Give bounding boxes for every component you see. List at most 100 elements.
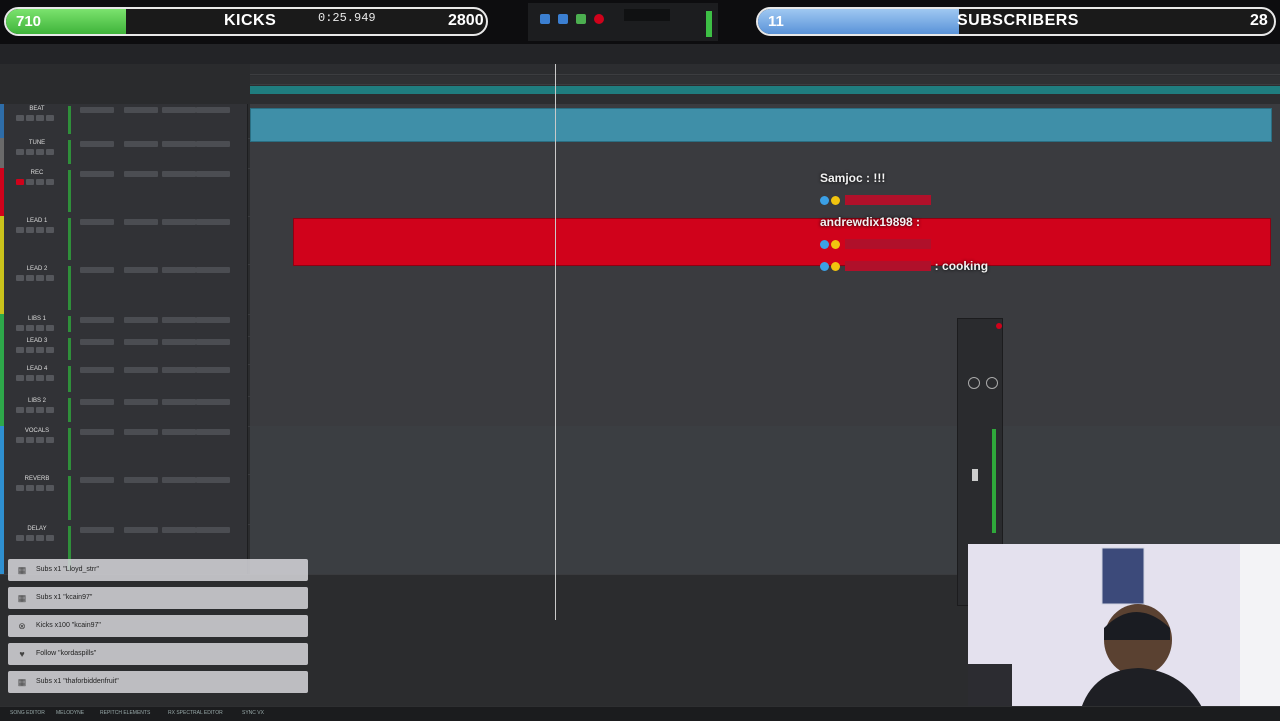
track-playlist-lane[interactable]	[250, 264, 1280, 314]
close-icon[interactable]	[996, 323, 1002, 329]
track-playlist-lane[interactable]	[250, 336, 1280, 364]
solo-button[interactable]	[36, 437, 44, 443]
solo-button[interactable]	[36, 275, 44, 281]
insert-slot[interactable]	[80, 141, 114, 147]
track-row[interactable]: LEAD 2	[0, 264, 1280, 315]
track-playlist-lane[interactable]	[250, 396, 1280, 426]
bottom-item[interactable]: MELODYNE	[56, 710, 84, 716]
track-playlist-lane[interactable]	[250, 314, 1280, 336]
track-name[interactable]: DELAY	[14, 526, 60, 532]
record-enable-button[interactable]	[16, 375, 24, 381]
input-monitor-button[interactable]	[26, 535, 34, 541]
track-header[interactable]: LIBS 2	[0, 396, 248, 426]
record-enable-button[interactable]	[16, 275, 24, 281]
track-name[interactable]: BEAT	[14, 106, 60, 112]
insert-slot[interactable]	[80, 219, 114, 225]
insert-slot[interactable]	[80, 477, 114, 483]
track-row[interactable]: LIBS 1	[0, 314, 1280, 337]
insert-slot[interactable]	[80, 317, 114, 323]
input-monitor-button[interactable]	[26, 179, 34, 185]
solo-button[interactable]	[36, 347, 44, 353]
track-name[interactable]: REC	[14, 170, 60, 176]
mute-button[interactable]	[46, 437, 54, 443]
insert-slot[interactable]	[80, 267, 114, 273]
mute-button[interactable]	[46, 227, 54, 233]
io-input[interactable]	[162, 171, 196, 177]
marker-ruler[interactable]	[250, 86, 1280, 94]
solo-button[interactable]	[36, 325, 44, 331]
io-output[interactable]	[196, 399, 230, 405]
send-level-knob[interactable]	[968, 377, 980, 389]
io-output[interactable]	[196, 141, 230, 147]
send-slot[interactable]	[124, 367, 158, 373]
track-name[interactable]: LEAD 4	[14, 366, 60, 372]
record-enable-button[interactable]	[16, 325, 24, 331]
io-input[interactable]	[162, 107, 196, 113]
input-monitor-button[interactable]	[26, 375, 34, 381]
track-name[interactable]: LIBS 1	[14, 316, 60, 322]
bottom-item[interactable]: REPITCH ELEMENTS	[100, 710, 150, 716]
input-monitor-button[interactable]	[26, 149, 34, 155]
io-input[interactable]	[162, 367, 196, 373]
mute-button[interactable]	[46, 375, 54, 381]
track-header[interactable]: LEAD 4	[0, 364, 248, 396]
track-row[interactable]: REC	[0, 168, 1280, 217]
input-monitor-button[interactable]	[26, 485, 34, 491]
send-slot[interactable]	[124, 267, 158, 273]
send-slot[interactable]	[124, 399, 158, 405]
track-header[interactable]: REC	[0, 168, 248, 216]
solo-button[interactable]	[36, 115, 44, 121]
io-output[interactable]	[196, 219, 230, 225]
track-name[interactable]: LEAD 1	[14, 218, 60, 224]
io-input[interactable]	[162, 317, 196, 323]
track-header[interactable]: LIBS 1	[0, 314, 248, 336]
track-playlist-lane[interactable]	[250, 426, 1280, 474]
min-secs-ruler[interactable]	[250, 66, 1280, 75]
io-input[interactable]	[162, 527, 196, 533]
input-monitor-button[interactable]	[26, 437, 34, 443]
track-header[interactable]: BEAT	[0, 104, 248, 138]
mute-button[interactable]	[46, 535, 54, 541]
insert-slot[interactable]	[80, 171, 114, 177]
solo-button[interactable]	[36, 407, 44, 413]
send-slot[interactable]	[124, 107, 158, 113]
insert-slot[interactable]	[80, 399, 114, 405]
send-pan-knob[interactable]	[986, 377, 998, 389]
mute-button[interactable]	[46, 149, 54, 155]
track-name[interactable]: LEAD 2	[14, 266, 60, 272]
io-input[interactable]	[162, 267, 196, 273]
insert-slot[interactable]	[80, 429, 114, 435]
io-input[interactable]	[162, 399, 196, 405]
record-button[interactable]	[594, 14, 604, 24]
track-header[interactable]: REVERB	[0, 474, 248, 524]
solo-button[interactable]	[36, 179, 44, 185]
io-output[interactable]	[196, 429, 230, 435]
mute-button[interactable]	[46, 347, 54, 353]
solo-button[interactable]	[36, 149, 44, 155]
record-enable-button[interactable]	[16, 149, 24, 155]
send-slot[interactable]	[124, 429, 158, 435]
send-slot[interactable]	[124, 141, 158, 147]
lead1-audio-clip[interactable]	[293, 218, 1271, 266]
io-output[interactable]	[196, 171, 230, 177]
input-monitor-button[interactable]	[26, 275, 34, 281]
record-enable-button[interactable]	[16, 115, 24, 121]
track-name[interactable]: LEAD 3	[14, 338, 60, 344]
track-name[interactable]: TUNE	[14, 140, 60, 146]
bottom-item[interactable]: SYNC VX	[242, 710, 264, 716]
io-input[interactable]	[162, 141, 196, 147]
track-header[interactable]: LEAD 2	[0, 264, 248, 314]
insert-slot[interactable]	[80, 367, 114, 373]
send-slot[interactable]	[124, 477, 158, 483]
input-monitor-button[interactable]	[26, 407, 34, 413]
mute-button[interactable]	[46, 179, 54, 185]
track-name[interactable]: REVERB	[14, 476, 60, 482]
mute-button[interactable]	[46, 407, 54, 413]
play-button[interactable]	[576, 14, 586, 24]
record-enable-button[interactable]	[16, 485, 24, 491]
track-row[interactable]: REVERB	[0, 474, 1280, 525]
tempo-ruler[interactable]	[250, 76, 1280, 85]
record-enable-button[interactable]	[16, 179, 24, 185]
io-output[interactable]	[196, 527, 230, 533]
record-enable-button[interactable]	[16, 407, 24, 413]
